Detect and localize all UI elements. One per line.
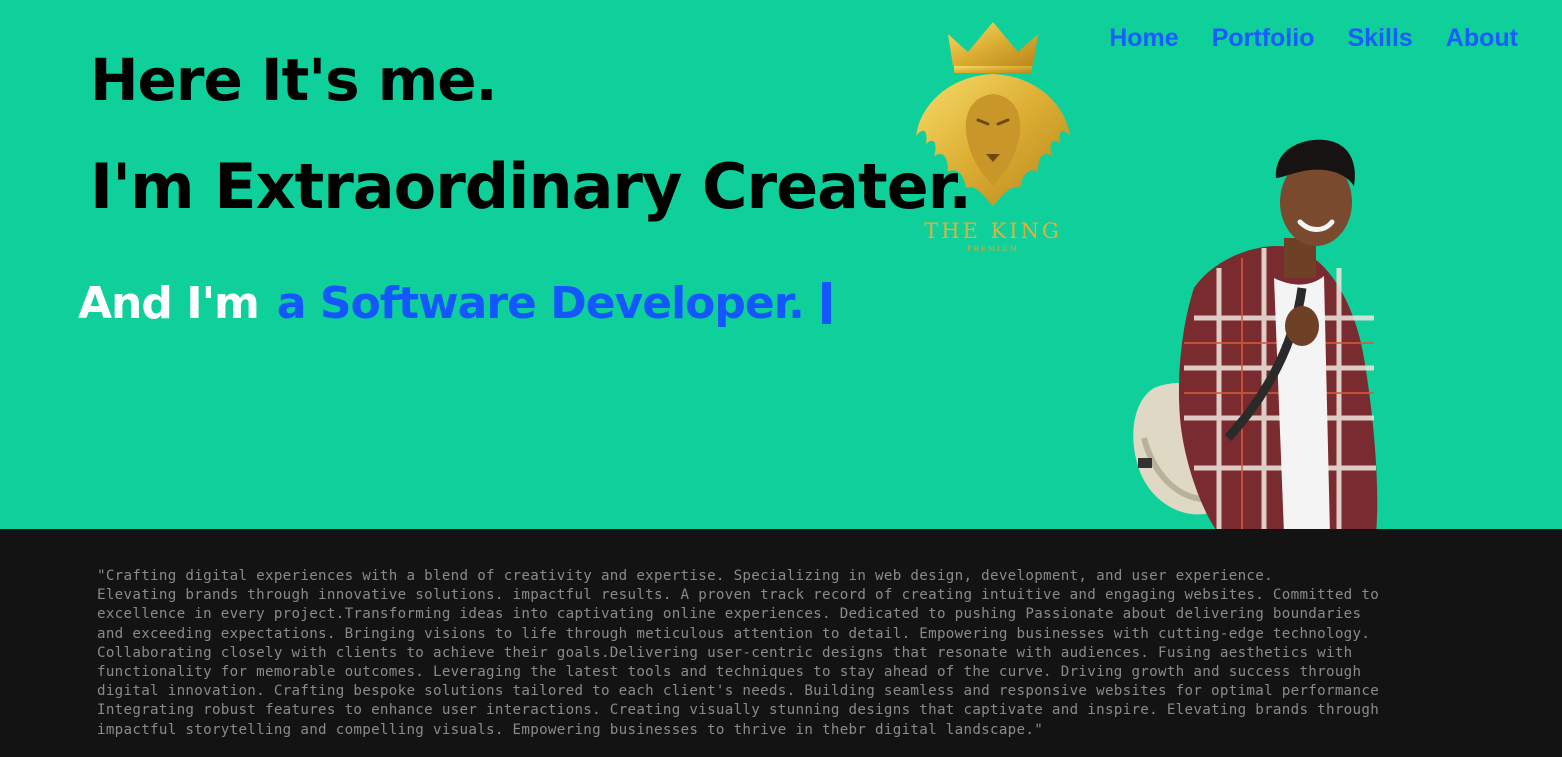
role-line: And I'm a Software Developer. xyxy=(78,278,831,329)
nav-portfolio[interactable]: Portfolio xyxy=(1212,24,1315,53)
hero-section: Here It's me. I'm Extraordinary Creater.… xyxy=(0,0,1562,534)
crown-icon xyxy=(948,22,1038,66)
bio-paragraph: "Crafting digital experiences with a ble… xyxy=(97,568,1380,738)
bio-section: "Crafting digital experiences with a ble… xyxy=(0,529,1562,757)
hero-line-2: I'm Extraordinary Creater. xyxy=(90,150,972,223)
nav-skills[interactable]: Skills xyxy=(1347,24,1412,53)
developer-portrait xyxy=(1133,139,1378,534)
hero-line-1: Here It's me. xyxy=(90,46,498,114)
nav-home[interactable]: Home xyxy=(1109,24,1178,53)
lion-logo[interactable]: THE KING PREMIUM xyxy=(908,16,1078,256)
logo-title: THE KING xyxy=(924,219,1061,243)
role-prefix: And I'm xyxy=(78,278,260,329)
nav-about[interactable]: About xyxy=(1446,24,1518,53)
main-nav: Home Portfolio Skills About xyxy=(1109,24,1518,53)
logo-subtitle: PREMIUM xyxy=(967,245,1019,253)
typed-role-text: a Software Developer. xyxy=(276,278,805,329)
typing-cursor xyxy=(821,282,831,324)
